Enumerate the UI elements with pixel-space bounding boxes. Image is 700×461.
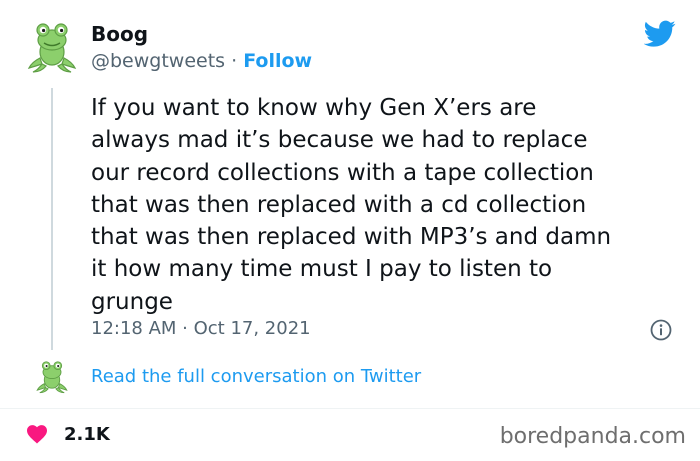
author-handle[interactable]: @bewgtweets [91,50,225,72]
thread-line [51,88,53,350]
watermark: boredpanda.com [499,424,686,449]
author-name[interactable]: Boog [91,22,148,46]
info-icon[interactable] [650,319,672,341]
frog-avatar-icon[interactable] [24,18,80,74]
handle-separator: · [231,50,238,72]
twitter-bird-icon[interactable] [644,20,676,48]
tweet-text: If you want to know why Gen X’ers are al… [91,95,612,315]
follow-button[interactable]: Follow [243,50,312,72]
divider [0,408,700,409]
read-conversation-link[interactable]: Read the full conversation on Twitter [91,366,421,387]
frog-avatar-small-icon[interactable] [34,358,70,394]
heart-icon[interactable] [26,424,48,444]
like-count[interactable]: 2.1K [64,424,110,445]
author-handle-row: @bewgtweets · Follow [91,50,312,72]
tweet-timestamp[interactable]: 12:18 AM · Oct 17, 2021 [91,318,311,339]
